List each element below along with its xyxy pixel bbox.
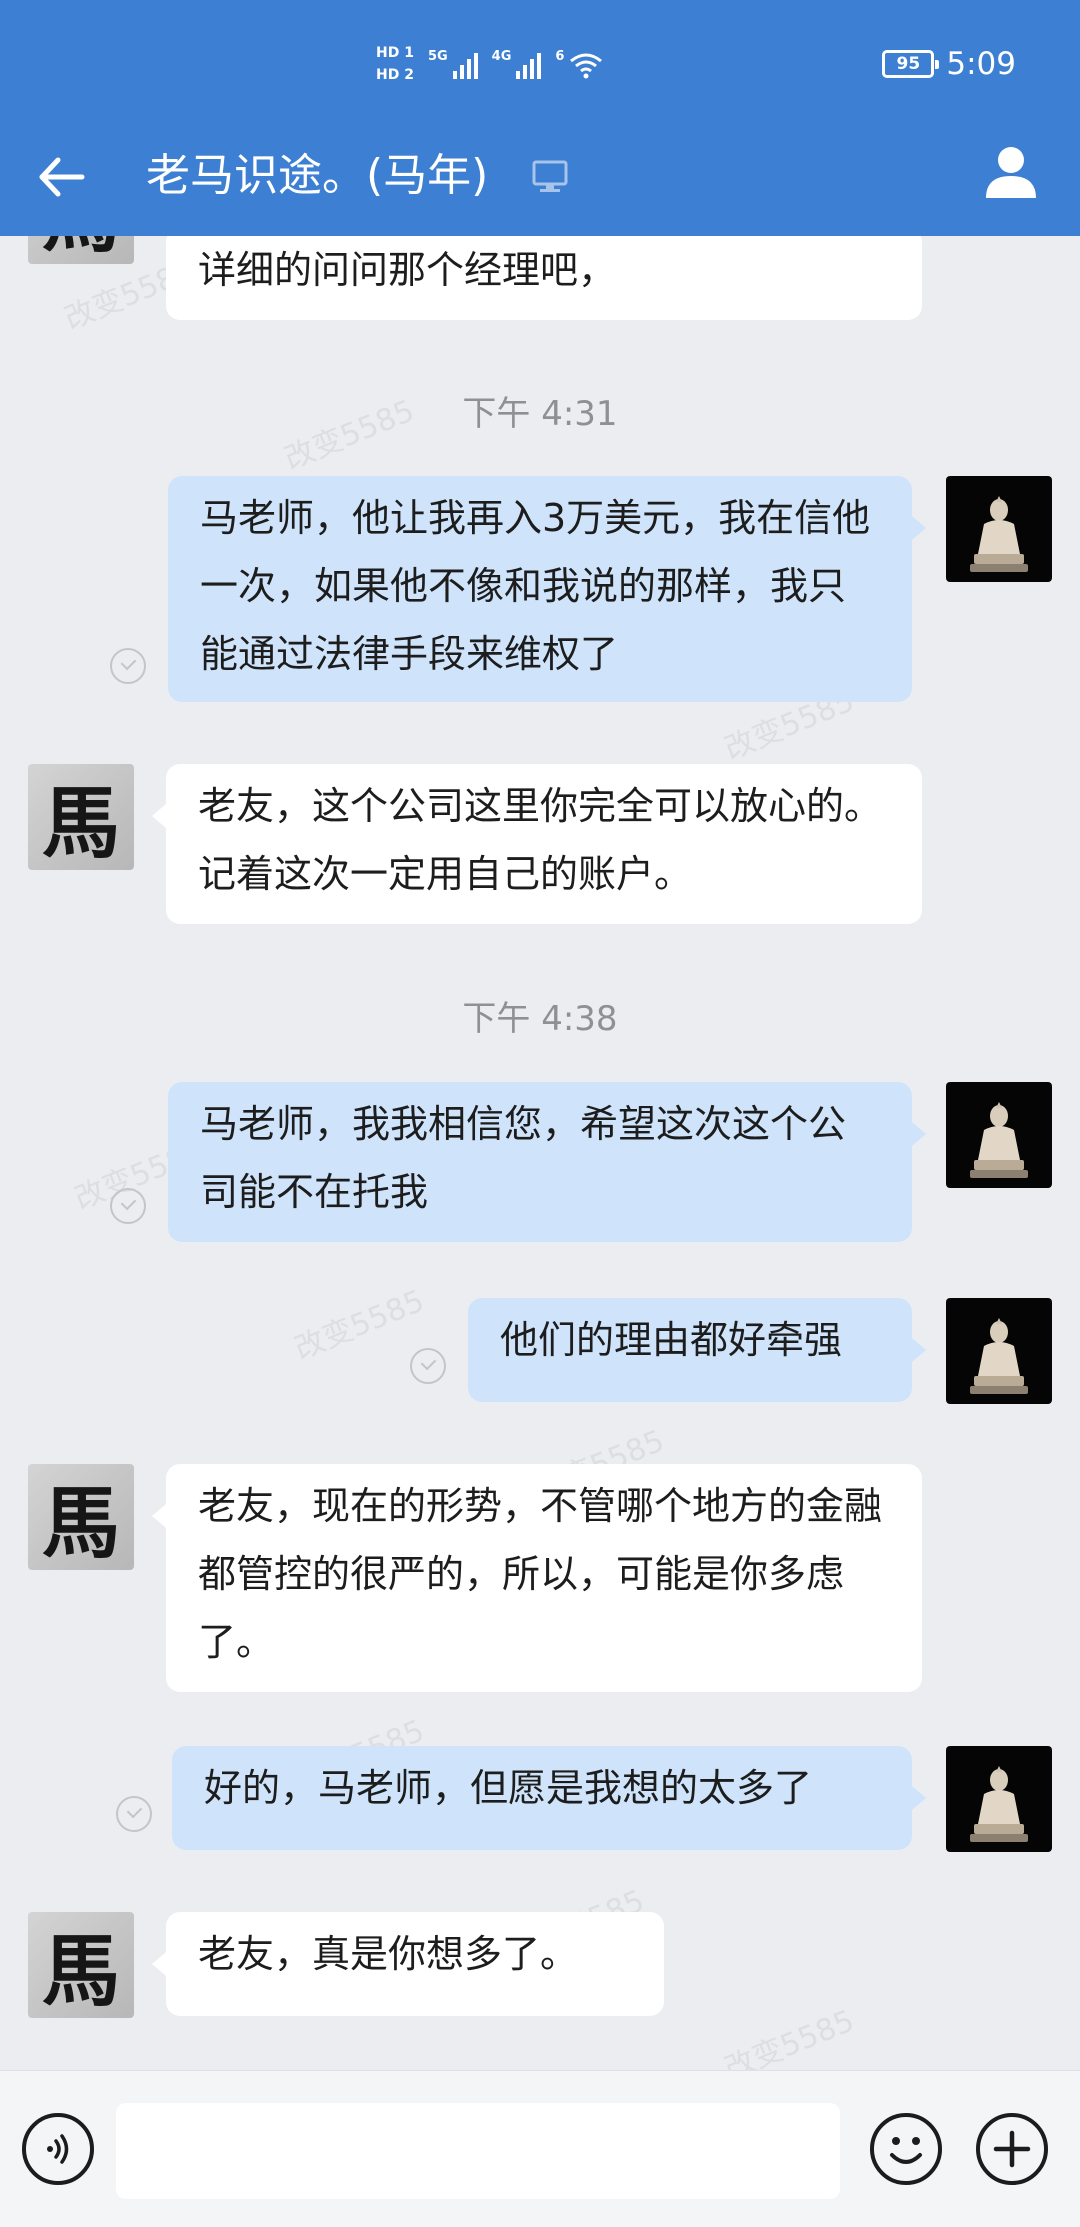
message-bubble-incoming[interactable]: 老友，这个公司这里你完全可以放心的。记着这次一定用自己的账户。	[152, 764, 922, 924]
message-text: 老友，现在的形势，不管哪个地方的金融都管控的很严的，所以，可能是你多虑了。	[198, 1484, 883, 1664]
message-bubble-outgoing[interactable]: 他们的理由都好牵强	[468, 1298, 926, 1402]
timestamp: 下午 4:31	[462, 394, 618, 434]
clock: 5:09	[946, 46, 1016, 82]
chat-area[interactable]: 改变5585 改变5585 改变5585 改变5585 改变5585 改变558…	[0, 0, 1080, 2070]
read-check-icon	[410, 1348, 446, 1384]
buddha-statue-icon	[970, 1102, 1028, 1178]
message-bubble-outgoing[interactable]: 好的，马老师，但愿是我想的太多了	[172, 1746, 926, 1850]
buddha-statue-icon	[970, 1318, 1028, 1394]
message-bubble-incoming[interactable]: 老友，现在的形势，不管哪个地方的金融都管控的很严的，所以，可能是你多虑了。	[152, 1464, 922, 1692]
sim1-tech-label: 5G	[427, 49, 448, 64]
message-bubble-outgoing[interactable]: 马老师，他让我再入3万美元，我在信他一次，如果他不像和我说的那样，我只能通过法律…	[168, 476, 926, 702]
message-text: 好的，马老师，但愿是我想的太多了	[204, 1766, 813, 1810]
voice-button[interactable]	[22, 2113, 94, 2185]
message-bubble-incoming[interactable]: 详细的问问那个经理吧，	[166, 228, 922, 320]
message-bubble-outgoing[interactable]: 马老师，我我相信您，希望这次这个公司能不在托我	[168, 1082, 926, 1242]
read-check-icon	[116, 1796, 152, 1832]
wifi-tech-label: 6	[555, 49, 565, 64]
voice-icon	[47, 2134, 69, 2164]
status-right: 95 5:09	[882, 40, 1016, 88]
signal-sim2-icon: 4G	[492, 49, 542, 79]
message-text: 老友，真是你想多了。	[198, 1932, 579, 1976]
nav-bar: 老马识途。(马年)	[0, 128, 1080, 236]
hd2-label: HD 2	[376, 67, 414, 83]
hd-indicator: HD 1 HD 2	[376, 44, 414, 84]
message-text: 马老师，他让我再入3万美元，我在信他一次，如果他不像和我说的那样，我只能通过法律…	[200, 496, 871, 676]
status-bar: HD 1 HD 2 5G 4G 6 95 5:09	[0, 0, 1080, 128]
input-bar	[0, 2070, 1080, 2227]
contact-avatar-glyph: 馬	[41, 1478, 120, 1569]
read-check-icon	[110, 648, 146, 684]
buddha-statue-icon	[970, 1766, 1028, 1842]
buddha-statue-icon	[970, 496, 1028, 572]
device-icon	[532, 160, 568, 192]
contact-avatar[interactable]: 馬	[28, 764, 134, 870]
network-indicators: HD 1 HD 2 5G 4G 6	[376, 36, 603, 92]
back-arrow-icon[interactable]	[34, 150, 88, 204]
message-input[interactable]	[116, 2103, 840, 2199]
my-avatar[interactable]	[946, 1746, 1052, 1852]
contact-avatar-glyph: 馬	[41, 778, 120, 869]
emoji-icon	[890, 2137, 922, 2164]
wifi-icon: 6	[555, 49, 603, 79]
app-header: HD 1 HD 2 5G 4G 6 95 5:09 老马识途。(马年)	[0, 0, 1080, 236]
chat-title: 老马识途。(马年)	[146, 150, 489, 201]
contact-avatar[interactable]: 馬	[28, 1464, 134, 1570]
profile-icon[interactable]	[980, 140, 1042, 202]
message-bubble-incoming[interactable]: 老友，真是你想多了。	[152, 1912, 664, 2016]
emoji-button[interactable]	[870, 2113, 942, 2185]
my-avatar[interactable]	[946, 476, 1052, 582]
contact-avatar[interactable]: 馬	[28, 1912, 134, 2018]
sim2-tech-label: 4G	[491, 49, 512, 64]
watermark: 改变5585	[289, 1283, 430, 1368]
signal-sim1-icon: 5G	[428, 49, 478, 79]
my-avatar[interactable]	[946, 1298, 1052, 1404]
contact-avatar-glyph: 馬	[41, 1926, 120, 2017]
hd1-label: HD 1	[376, 45, 414, 61]
plus-icon	[993, 2130, 1031, 2168]
plus-button[interactable]	[976, 2113, 1048, 2185]
watermark: 改变5585	[719, 2003, 860, 2070]
timestamp: 下午 4:38	[462, 999, 618, 1039]
read-check-icon	[110, 1188, 146, 1224]
message-text: 他们的理由都好牵强	[500, 1318, 843, 1362]
battery-icon: 95	[882, 50, 940, 78]
message-text: 马老师，我我相信您，希望这次这个公司能不在托我	[200, 1102, 847, 1214]
message-text: 老友，这个公司这里你完全可以放心的。记着这次一定用自己的账户。	[198, 784, 883, 896]
message-text: 详细的问问那个经理吧，	[198, 248, 617, 292]
my-avatar[interactable]	[946, 1082, 1052, 1188]
